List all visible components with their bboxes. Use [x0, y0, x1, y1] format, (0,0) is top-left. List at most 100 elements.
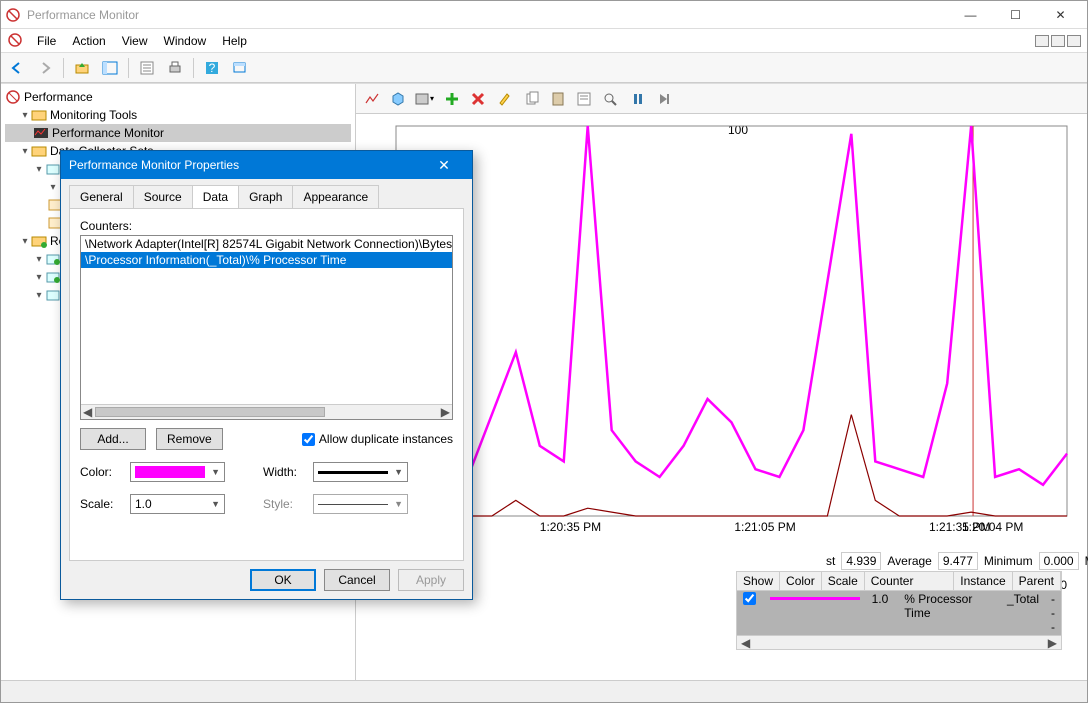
legend-hdr-show[interactable]: Show — [737, 572, 780, 590]
minimize-button[interactable]: — — [948, 2, 993, 28]
stat-min-value: 0.000 — [1039, 552, 1079, 570]
svg-text:1:21:05 PM: 1:21:05 PM — [734, 520, 795, 534]
dialog-title: Performance Monitor Properties — [69, 158, 239, 172]
tab-graph[interactable]: Graph — [238, 185, 293, 208]
color-swatch — [135, 466, 205, 478]
properties-dialog: Performance Monitor Properties ✕ General… — [60, 150, 473, 600]
app-icon — [5, 7, 21, 23]
tab-data[interactable]: Data — [192, 185, 239, 208]
menu-view[interactable]: View — [114, 32, 156, 50]
svg-text:1:20:04 PM: 1:20:04 PM — [962, 520, 1023, 534]
counters-label: Counters: — [80, 219, 453, 233]
legend-hdr-instance[interactable]: Instance — [954, 572, 1012, 590]
show-tree-icon[interactable] — [98, 56, 122, 80]
add-button[interactable]: Add... — [80, 428, 146, 450]
color-label: Color: — [80, 465, 120, 479]
legend-scrollbar[interactable]: ◀▶ — [737, 635, 1061, 649]
remove-counter-button[interactable] — [466, 87, 490, 111]
scale-select[interactable]: 1.0▼ — [130, 494, 225, 514]
stat-last-value: 4.939 — [841, 552, 881, 570]
forward-button[interactable] — [33, 56, 57, 80]
color-select[interactable]: ▼ — [130, 462, 225, 482]
remove-button[interactable]: Remove — [156, 428, 223, 450]
svg-text:1:20:35 PM: 1:20:35 PM — [540, 520, 601, 534]
style-sample — [318, 504, 388, 505]
width-sample — [318, 471, 388, 474]
listbox-hscrollbar[interactable]: ◀▶ — [81, 404, 452, 419]
tab-body: Counters: \Network Adapter(Intel[R] 8257… — [69, 208, 464, 561]
svg-text:?: ? — [209, 61, 216, 75]
stats-row: st 4.939 Average 9.477 Minimum 0.000 Max… — [826, 552, 1067, 570]
zoom-icon[interactable] — [598, 87, 622, 111]
tab-source[interactable]: Source — [133, 185, 193, 208]
chart-type-dropdown[interactable]: ▾ — [412, 87, 436, 111]
highlight-button[interactable] — [492, 87, 516, 111]
folder-up-icon[interactable] — [70, 56, 94, 80]
menu-window[interactable]: Window — [156, 32, 215, 50]
view-type-button[interactable] — [360, 87, 384, 111]
width-label: Width: — [263, 465, 303, 479]
dialog-titlebar[interactable]: Performance Monitor Properties ✕ — [61, 151, 472, 179]
props-icon[interactable] — [572, 87, 596, 111]
mdi-restore-icon[interactable] — [1051, 35, 1065, 47]
app-icon-small — [7, 32, 25, 50]
menu-file[interactable]: File — [29, 32, 64, 50]
style-label: Style: — [263, 497, 303, 511]
tree-root[interactable]: Performance — [5, 88, 351, 106]
width-select[interactable]: ▼ — [313, 462, 408, 482]
tree-perfmon-node[interactable]: Performance Monitor — [5, 124, 351, 142]
legend-row[interactable]: 1.0 % Processor Time _Total --- — [737, 591, 1061, 635]
legend-hdr-counter[interactable]: Counter — [865, 572, 955, 590]
tree-monitoring-tools[interactable]: ▾ Monitoring Tools — [5, 106, 351, 124]
new-window-icon[interactable] — [228, 56, 252, 80]
legend-instance: _Total — [1001, 591, 1045, 635]
chart-toolbar: ▾ — [356, 84, 1087, 114]
legend-show-checkbox[interactable] — [743, 592, 756, 605]
dialog-tabs: General Source Data Graph Appearance — [61, 179, 472, 208]
tab-appearance[interactable]: Appearance — [292, 185, 379, 208]
add-counter-button[interactable] — [440, 87, 464, 111]
paste-icon[interactable] — [546, 87, 570, 111]
scale-label: Scale: — [80, 497, 120, 511]
close-button[interactable]: ✕ — [1038, 2, 1083, 28]
allow-duplicate-checkbox[interactable]: Allow duplicate instances — [302, 432, 453, 446]
legend-scale: 1.0 — [866, 591, 899, 635]
mdi-close-icon[interactable] — [1067, 35, 1081, 47]
maximize-button[interactable]: ☐ — [993, 2, 1038, 28]
legend-hdr-color[interactable]: Color — [780, 572, 822, 590]
window-title: Performance Monitor — [27, 8, 948, 22]
apply-button: Apply — [398, 569, 464, 591]
legend[interactable]: Show Color Scale Counter Instance Parent… — [736, 571, 1062, 650]
view-3d-icon[interactable] — [386, 87, 410, 111]
legend-hdr-scale[interactable]: Scale — [822, 572, 865, 590]
dialog-close-button[interactable]: ✕ — [424, 157, 464, 174]
stat-avg-value: 9.477 — [938, 552, 978, 570]
print-icon[interactable] — [163, 56, 187, 80]
ok-button[interactable]: OK — [250, 569, 316, 591]
help-icon[interactable]: ? — [200, 56, 224, 80]
mdi-minimize-icon[interactable] — [1035, 35, 1049, 47]
step-button[interactable] — [652, 87, 676, 111]
stat-last-label: st — [826, 554, 835, 568]
status-bar — [1, 680, 1087, 702]
cancel-button[interactable]: Cancel — [324, 569, 390, 591]
stat-max-label: Maximum — [1085, 554, 1088, 568]
tab-general[interactable]: General — [69, 185, 134, 208]
titlebar: Performance Monitor — ☐ ✕ — [1, 1, 1087, 29]
pause-button[interactable] — [626, 87, 650, 111]
menubar: File Action View Window Help — [1, 29, 1087, 53]
legend-color-swatch — [770, 597, 860, 600]
legend-parent: --- — [1045, 591, 1061, 635]
menu-action[interactable]: Action — [64, 32, 113, 50]
dialog-footer: OK Cancel Apply — [61, 561, 472, 599]
counters-listbox[interactable]: \Network Adapter(Intel[R] 82574L Gigabit… — [80, 235, 453, 420]
back-button[interactable] — [5, 56, 29, 80]
counter-item-1[interactable]: \Processor Information(_Total)\% Process… — [81, 252, 452, 268]
legend-hdr-parent[interactable]: Parent — [1013, 572, 1061, 590]
menu-help[interactable]: Help — [214, 32, 255, 50]
counter-item-0[interactable]: \Network Adapter(Intel[R] 82574L Gigabit… — [81, 236, 452, 252]
main-toolbar: ? — [1, 53, 1087, 83]
copy-icon[interactable] — [520, 87, 544, 111]
properties-icon[interactable] — [135, 56, 159, 80]
legend-counter: % Processor Time — [898, 591, 1001, 635]
